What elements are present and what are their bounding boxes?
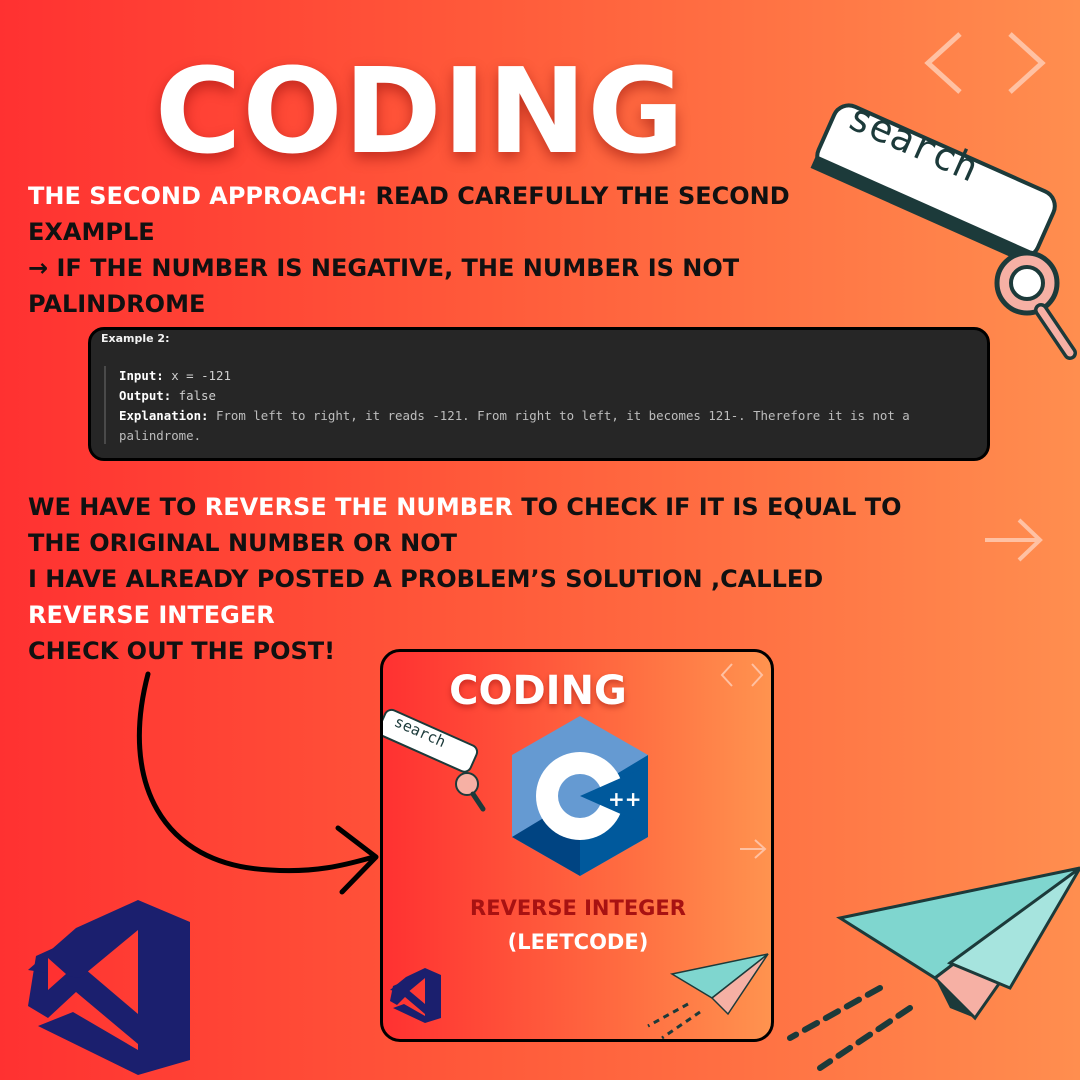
thumbnail-arrow-right-icon <box>740 839 767 859</box>
body-p1-highlight: REVERSE THE NUMBER <box>204 493 513 521</box>
output-value: false <box>171 388 216 403</box>
example-output-line: Output: false <box>119 386 989 406</box>
arrow-right-icon <box>985 518 1043 562</box>
code-brackets-icon <box>924 32 1046 94</box>
reverse-integer-post-thumbnail[interactable]: CODING search ++ REVERSE INTEGER (LEETCO… <box>380 649 774 1042</box>
example-lines: Input: x = -121 Output: false Explanatio… <box>119 366 989 446</box>
example-explanation-line: Explanation: From left to right, it read… <box>119 406 989 446</box>
cpp-logo-icon: ++ <box>512 716 648 876</box>
explanation-label: Explanation: <box>119 408 209 423</box>
thumbnail-title: CODING <box>449 668 627 714</box>
example-heading: Example 2: <box>101 332 170 345</box>
body-p1-a: WE HAVE TO <box>28 493 205 521</box>
example-code-box: Example 2: Input: x = -121 Output: false… <box>88 327 990 461</box>
intro-text: THE SECOND APPROACH: READ CAREFULLY THE … <box>28 178 828 322</box>
example-input-line: Input: x = -121 <box>119 366 989 386</box>
thumbnail-magnifier-icon <box>455 772 479 796</box>
body-p2: I HAVE ALREADY POSTED A PROBLEM’S SOLUTI… <box>28 565 824 593</box>
curved-arrow-icon <box>136 671 379 895</box>
thumbnail-subtitle: REVERSE INTEGER <box>470 896 686 920</box>
thumbnail-search-illustration: search <box>383 708 486 812</box>
cpp-plus-label: ++ <box>608 787 642 811</box>
page-title: CODING <box>154 42 686 180</box>
body-p3: CHECK OUT THE POST! <box>28 637 336 665</box>
explanation-value: From left to right, it reads -121. From … <box>119 408 910 443</box>
body-p2-highlight: REVERSE INTEGER <box>28 601 275 629</box>
output-label: Output: <box>119 388 172 403</box>
input-label: Input: <box>119 368 164 383</box>
thumbnail-visual-studio-icon <box>390 968 441 1023</box>
input-value: x = -121 <box>163 368 231 383</box>
magnifier-icon <box>994 250 1077 360</box>
thumbnail-brackets-icon <box>720 663 764 687</box>
thumbnail-paper-plane-icon <box>647 953 769 1039</box>
intro-lead: THE SECOND APPROACH: <box>28 182 376 210</box>
paper-plane-icon <box>787 866 1080 1071</box>
body-text: WE HAVE TO REVERSE THE NUMBER TO CHECK I… <box>28 489 908 669</box>
example-quote-bar <box>104 366 106 444</box>
thumbnail-subtitle-2: (LEETCODE) <box>507 930 649 954</box>
visual-studio-logo-icon <box>28 900 190 1075</box>
intro-negative-rule: → IF THE NUMBER IS NEGATIVE, THE NUMBER … <box>28 254 740 318</box>
